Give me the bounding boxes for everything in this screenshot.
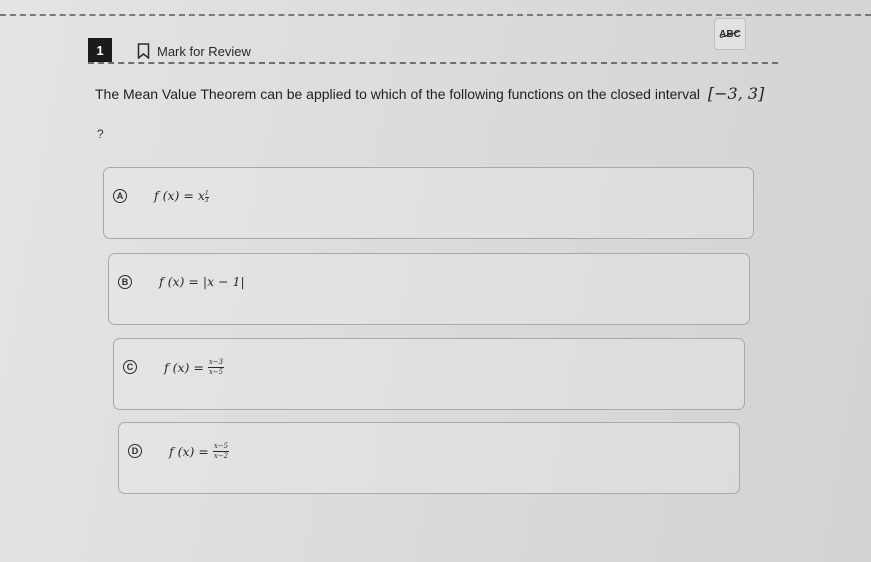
question-prompt: The Mean Value Theorem can be applied to… <box>95 84 775 103</box>
choice-c-letter: C <box>123 360 137 374</box>
top-divider <box>0 14 871 16</box>
mark-for-review-toggle[interactable]: Mark for Review <box>137 43 251 59</box>
question-text: The Mean Value Theorem can be applied to… <box>95 86 700 102</box>
choice-b[interactable]: B f (x) = |x − 1| <box>108 253 750 325</box>
choice-c-lhs: f (x) = <box>164 360 204 375</box>
header-divider <box>88 62 778 64</box>
choice-c-fraction: x−3 x−5 <box>207 358 225 376</box>
choice-a[interactable]: A f (x) = x13 <box>103 167 754 239</box>
choice-a-base: x <box>197 188 205 203</box>
choice-a-letter: A <box>113 189 127 203</box>
choice-c[interactable]: C f (x) = x−3 x−5 <box>113 338 745 410</box>
question-interval: [−3, 3] <box>707 84 765 103</box>
mark-for-review-label: Mark for Review <box>157 43 251 59</box>
choice-b-expr: |x − 1| <box>202 274 245 289</box>
choice-d-letter: D <box>128 444 142 458</box>
choice-c-formula: f (x) = x−3 x−5 <box>164 358 225 376</box>
bookmark-icon <box>137 43 150 59</box>
choice-b-letter: B <box>118 275 132 289</box>
answer-eliminator-tool[interactable]: ABC <box>714 18 746 50</box>
choice-a-lhs: f (x) = <box>154 188 194 204</box>
choice-a-formula: f (x) = x13 <box>154 188 209 204</box>
choice-a-exponent: 13 <box>204 189 209 204</box>
choice-d-fraction: x−5 x−2 <box>212 442 230 460</box>
question-trailing-mark: ? <box>97 127 104 141</box>
choice-d[interactable]: D f (x) = x−5 x−2 <box>118 422 740 494</box>
choice-d-lhs: f (x) = <box>169 444 209 459</box>
choice-b-lhs: f (x) = <box>159 274 199 289</box>
choice-b-formula: f (x) = |x − 1| <box>159 274 245 289</box>
choice-d-formula: f (x) = x−5 x−2 <box>169 442 230 460</box>
question-number: 1 <box>88 38 112 62</box>
